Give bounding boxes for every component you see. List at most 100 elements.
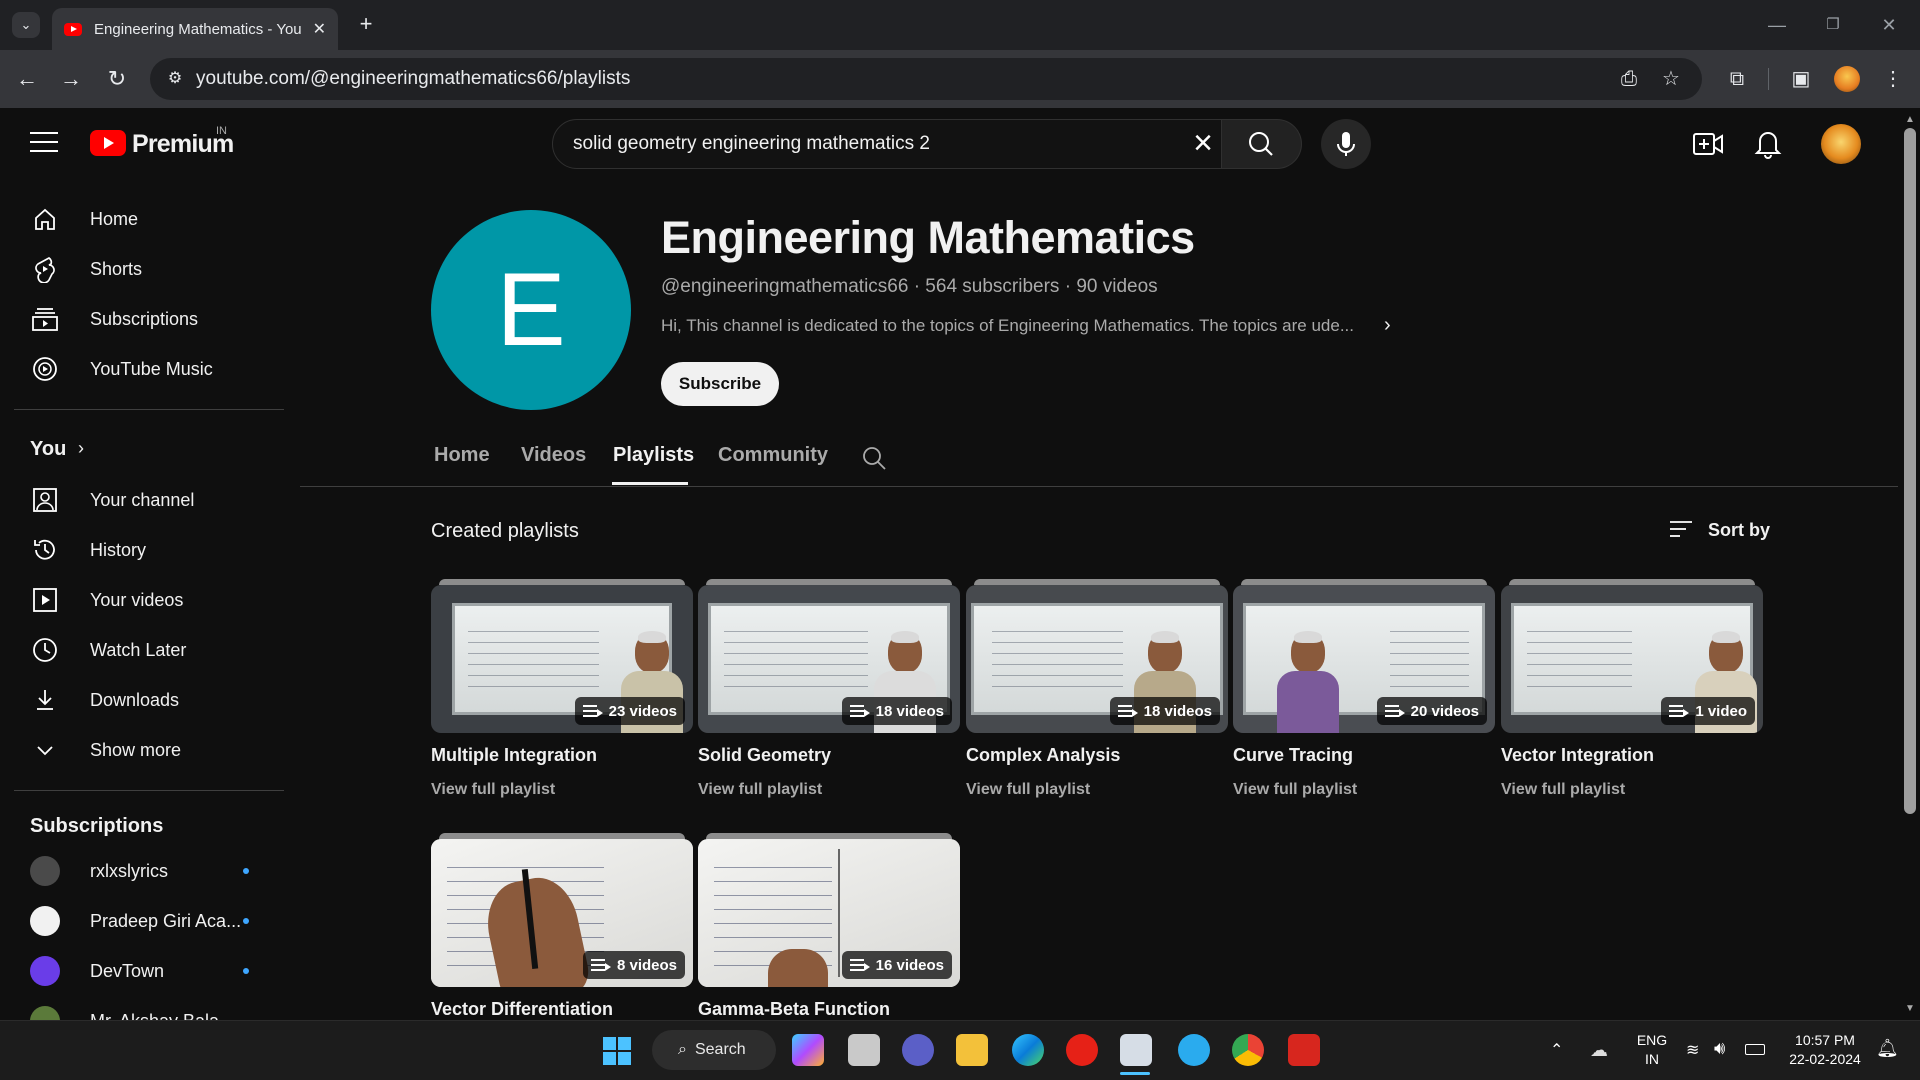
acrobat-reader-icon[interactable] — [1288, 1034, 1320, 1066]
volume-icon[interactable]: 🔊︎ — [1714, 1038, 1725, 1059]
taskbar-clock[interactable]: 10:57 PM 22-02-2024 — [1780, 1031, 1870, 1069]
playlist-thumbnail[interactable]: 1 video — [1501, 585, 1763, 733]
view-full-playlist-link[interactable]: View full playlist — [698, 781, 822, 799]
sidebar-subscription-item[interactable]: rxlxslyrics — [0, 846, 285, 896]
tab-home[interactable]: Home — [434, 444, 490, 467]
view-full-playlist-link[interactable]: View full playlist — [431, 781, 555, 799]
teams-chat-icon[interactable] — [902, 1034, 934, 1066]
scroll-up-arrow-icon[interactable]: ▲ — [1904, 114, 1916, 125]
windows-start-icon[interactable] — [602, 1036, 632, 1066]
tab-search-dropdown-icon[interactable]: ⌄ — [12, 12, 40, 38]
file-explorer-icon[interactable] — [956, 1034, 988, 1066]
search-icon — [1249, 132, 1273, 156]
telegram-icon[interactable] — [1178, 1034, 1210, 1066]
playlist-title[interactable]: Solid Geometry — [698, 745, 831, 766]
sidebar-item-youtube-music[interactable]: YouTube Music — [0, 344, 285, 394]
playlist-title[interactable]: Vector Integration — [1501, 745, 1654, 766]
sidebar-you-heading[interactable]: You — [30, 438, 66, 461]
sidebar-item-shorts[interactable]: Shorts — [0, 244, 285, 294]
sidebar-item-your-videos[interactable]: Your videos — [0, 575, 285, 625]
extensions-icon[interactable]: ⧉ — [1722, 64, 1752, 94]
bookmark-star-icon[interactable]: ☆ — [1656, 64, 1686, 94]
account-avatar[interactable] — [1821, 124, 1861, 164]
back-button[interactable]: ← — [12, 64, 42, 94]
browser-profile-avatar[interactable] — [1834, 66, 1860, 92]
browser-tab-active[interactable]: Engineering Mathematics - You ✕ — [52, 8, 338, 50]
scroll-down-arrow-icon[interactable]: ▼ — [1904, 1003, 1916, 1014]
view-full-playlist-link[interactable]: View full playlist — [1501, 781, 1625, 799]
url-text[interactable]: youtube.com/@engineeringmathematics66/pl… — [196, 68, 630, 90]
sidebar-item-your-channel[interactable]: Your channel — [0, 475, 285, 525]
home-icon — [30, 204, 60, 234]
playlist-title[interactable]: Gamma-Beta Function — [698, 999, 890, 1020]
search-button[interactable] — [1222, 119, 1302, 169]
create-video-button[interactable] — [1692, 130, 1724, 158]
battery-icon[interactable] — [1745, 1044, 1765, 1055]
new-tab-button[interactable]: + — [352, 10, 380, 38]
playlist-title[interactable]: Multiple Integration — [431, 745, 597, 766]
playlist-thumbnail[interactable]: 23 videos — [431, 585, 693, 733]
channel-description[interactable]: Hi, This channel is dedicated to the top… — [661, 316, 1354, 336]
video-count: 1 video — [1695, 702, 1747, 720]
taskbar-search-button[interactable]: ⌕ Search — [652, 1030, 776, 1070]
sidebar-subscription-item[interactable]: DevTown — [0, 946, 285, 996]
playlist-thumbnail[interactable]: 16 videos — [698, 839, 960, 987]
search-input-value[interactable]: solid geometry engineering mathematics 2 — [573, 133, 930, 155]
notifications-bell-icon[interactable] — [1752, 126, 1784, 160]
sidebar-item-history[interactable]: History — [0, 525, 285, 575]
browser-menu-icon[interactable]: ⋮ — [1878, 64, 1908, 94]
video-count-badge: 23 videos — [574, 697, 685, 725]
playlist-thumbnail[interactable]: 8 videos — [431, 839, 693, 987]
task-view-icon[interactable] — [848, 1034, 880, 1066]
playlist-thumbnail[interactable]: 20 videos — [1233, 585, 1495, 733]
site-info-icon[interactable]: ⚙ — [162, 66, 188, 92]
playlist-thumbnail[interactable]: 18 videos — [966, 585, 1228, 733]
page-scrollbar-thumb[interactable] — [1904, 128, 1916, 814]
view-full-playlist-link[interactable]: View full playlist — [1233, 781, 1357, 799]
chevron-right-icon[interactable]: › — [78, 438, 84, 459]
youtube-music-app-icon[interactable] — [1066, 1034, 1098, 1066]
youtube-logo-icon[interactable] — [90, 130, 126, 156]
show-hidden-icons-icon[interactable]: ⌃ — [1550, 1040, 1574, 1060]
sort-icon[interactable] — [1668, 518, 1694, 540]
minimize-window-button[interactable]: — — [1762, 10, 1792, 40]
channel-search-icon[interactable] — [860, 444, 888, 472]
onedrive-cloud-icon[interactable]: ☁ — [1590, 1040, 1616, 1062]
playlist-thumbnail[interactable]: 18 videos — [698, 585, 960, 733]
sort-by-button[interactable]: Sort by — [1708, 520, 1770, 541]
language-indicator[interactable]: ENG IN — [1632, 1031, 1672, 1069]
sidebar-subscription-item[interactable]: Pradeep Giri Aca... — [0, 896, 285, 946]
subscribe-button[interactable]: Subscribe — [661, 362, 779, 406]
sidebar-item-show-more[interactable]: Show more — [0, 725, 285, 775]
close-window-button[interactable]: ✕ — [1874, 10, 1904, 40]
clear-search-icon[interactable]: × — [1186, 126, 1220, 160]
edge-browser-icon[interactable] — [1012, 1034, 1044, 1066]
playlist-title[interactable]: Curve Tracing — [1233, 745, 1353, 766]
install-app-icon[interactable]: ⎙ — [1614, 64, 1644, 94]
chevron-right-icon[interactable]: › — [1384, 314, 1391, 337]
close-tab-icon[interactable]: ✕ — [313, 19, 326, 39]
sidebar-item-subscriptions[interactable]: Subscriptions — [0, 294, 285, 344]
reload-button[interactable]: ↻ — [102, 64, 132, 94]
snipping-tool-icon[interactable] — [1120, 1034, 1152, 1066]
view-full-playlist-link[interactable]: View full playlist — [966, 781, 1090, 799]
sidebar-item-downloads[interactable]: Downloads — [0, 675, 285, 725]
side-panel-icon[interactable]: ▣ — [1786, 64, 1816, 94]
tab-community[interactable]: Community — [718, 444, 828, 467]
sidebar-subscription-item-clipped[interactable]: Mr. Akshay Bala... — [0, 996, 285, 1020]
channel-avatar-large[interactable]: E — [431, 210, 631, 410]
voice-search-button[interactable] — [1321, 119, 1371, 169]
tab-playlists[interactable]: Playlists — [613, 444, 694, 467]
restore-window-button[interactable]: ❐ — [1818, 10, 1848, 40]
playlist-title[interactable]: Vector Differentiation — [431, 999, 613, 1020]
forward-button[interactable]: → — [56, 64, 86, 94]
sidebar-item-watch-later[interactable]: Watch Later — [0, 625, 285, 675]
chrome-browser-icon[interactable] — [1232, 1034, 1264, 1066]
copilot-icon[interactable] — [792, 1034, 824, 1066]
notification-center-icon[interactable]: 🔔︎ — [1876, 1038, 1899, 1059]
sidebar-item-home[interactable]: Home — [0, 194, 285, 244]
playlist-title[interactable]: Complex Analysis — [966, 745, 1120, 766]
wifi-icon[interactable]: ≋ — [1686, 1040, 1699, 1060]
tab-videos[interactable]: Videos — [521, 444, 586, 467]
guide-menu-icon[interactable] — [30, 132, 58, 152]
